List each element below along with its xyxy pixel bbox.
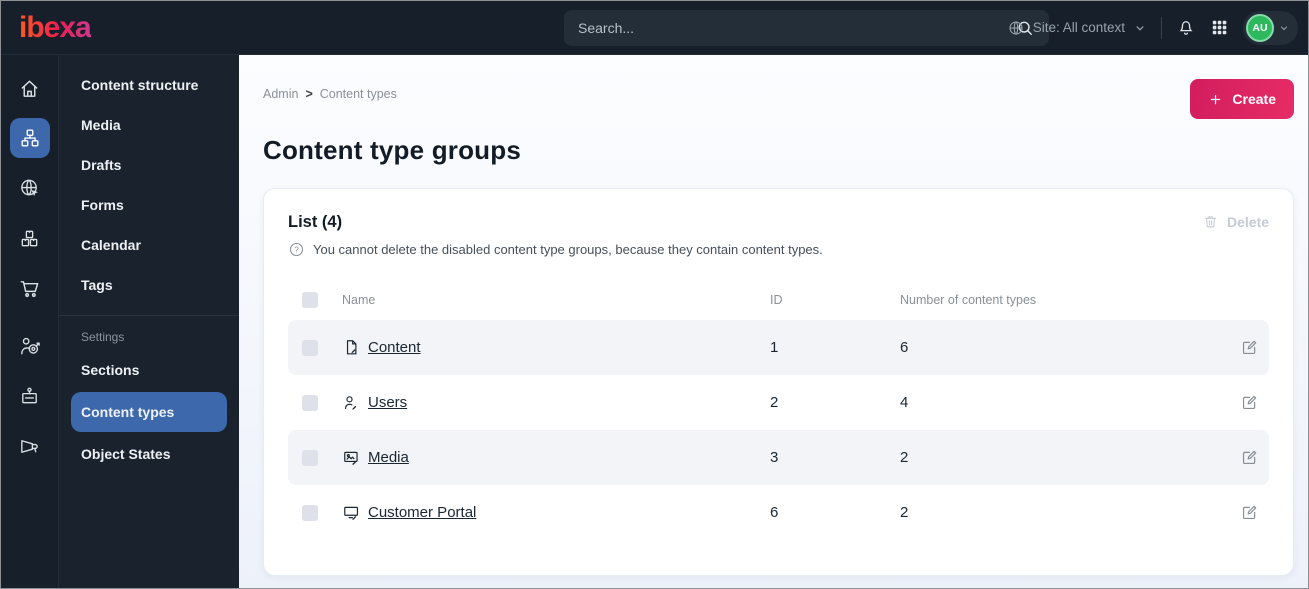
sidebar-item-forms[interactable]: Forms (59, 185, 239, 225)
table-header-row: Name ID Number of content types (288, 280, 1269, 320)
site-globe-icon[interactable] (1, 163, 58, 213)
content-type-groups-card: List (4) Delete ? You cannot delete the … (263, 188, 1294, 576)
row-checkbox[interactable] (302, 504, 318, 521)
search-input[interactable] (578, 20, 1015, 36)
site-context-selector[interactable]: Site: All context (1007, 19, 1147, 37)
edit-icon[interactable] (1219, 393, 1259, 412)
image-icon (342, 448, 368, 467)
group-id: 3 (770, 449, 779, 466)
chevron-down-icon (1133, 21, 1147, 35)
create-button-label: Create (1232, 91, 1276, 107)
ibexa-logo[interactable]: ibexa (19, 11, 92, 45)
column-header-id: ID (770, 293, 783, 307)
group-count: 4 (900, 394, 909, 411)
monitor-icon (342, 503, 368, 522)
breadcrumb-separator: > (305, 87, 313, 101)
sidebar-item-drafts[interactable]: Drafts (59, 145, 239, 185)
group-id: 6 (770, 504, 779, 521)
global-search[interactable] (564, 10, 1049, 46)
group-link[interactable]: Customer Portal (368, 504, 770, 521)
group-count: 6 (900, 339, 909, 356)
table-row: Customer Portal 6 2 (288, 485, 1269, 540)
info-message: ? You cannot delete the disabled content… (288, 241, 1269, 258)
personalization-icon[interactable] (1, 321, 58, 371)
trash-icon (1202, 213, 1219, 230)
column-header-count: Number of content types (900, 293, 1037, 307)
page-title: Content type groups (263, 135, 522, 165)
delete-button-label: Delete (1226, 213, 1269, 230)
content-structure-icon[interactable] (1, 113, 58, 163)
group-link[interactable]: Media (368, 449, 770, 466)
info-message-text: You cannot delete the disabled content t… (313, 242, 823, 257)
plus-icon (1208, 92, 1223, 107)
user-menu[interactable]: AU (1243, 10, 1298, 45)
list-title: List (4) (288, 213, 343, 231)
svg-text:?: ? (294, 245, 299, 254)
app-grid-icon[interactable] (1210, 18, 1229, 37)
user-icon (342, 393, 368, 412)
app-window: ibexa Site: All context (0, 0, 1309, 589)
delete-button[interactable]: Delete (1202, 213, 1269, 230)
home-icon[interactable] (1, 63, 58, 113)
table-row: Users 2 4 (288, 375, 1269, 430)
table-row: Content 1 6 (288, 320, 1269, 375)
group-count: 2 (900, 449, 909, 466)
edit-icon[interactable] (1219, 503, 1259, 522)
topbar-divider (1161, 16, 1162, 39)
chevron-down-icon (1278, 22, 1290, 34)
main-content: Admin > Content types Create Content type … (239, 55, 1308, 588)
edit-icon[interactable] (1219, 448, 1259, 467)
table-row: Media 3 2 (288, 430, 1269, 485)
sidebar-item-content-structure[interactable]: Content structure (59, 65, 239, 105)
sidebar-menu: Content structure Media Drafts Forms Cal… (59, 55, 239, 588)
content-type-groups-table: Name ID Number of content types Content … (288, 280, 1269, 540)
commerce-cart-icon[interactable] (1, 263, 58, 313)
notifications-bell-icon[interactable] (1176, 18, 1196, 38)
icon-rail (1, 55, 59, 588)
breadcrumb-content-types: Content types (319, 87, 397, 101)
campaign-megaphone-icon[interactable] (1, 421, 58, 471)
sidebar-item-tags[interactable]: Tags (59, 265, 239, 305)
topbar-right-cluster: Site: All context AU (1007, 1, 1298, 54)
site-context-label: Site: All context (1032, 20, 1125, 35)
row-checkbox[interactable] (302, 449, 318, 466)
breadcrumb: Admin > Content types (263, 87, 397, 101)
avatar: AU (1246, 13, 1274, 42)
globe-icon (1007, 19, 1025, 37)
sidebar-item-sections[interactable]: Sections (59, 350, 239, 390)
column-header-name: Name (342, 293, 376, 307)
products-icon[interactable] (1, 213, 58, 263)
group-id: 1 (770, 339, 779, 356)
breadcrumb-admin[interactable]: Admin (263, 87, 298, 101)
group-count: 2 (900, 504, 909, 521)
sidebar-settings-label: Settings (81, 330, 125, 344)
active-rail-tile (9, 118, 50, 158)
row-checkbox[interactable] (302, 394, 318, 411)
admin-badge-icon[interactable] (1, 371, 58, 421)
edit-icon[interactable] (1219, 338, 1259, 357)
sidebar-item-object-states[interactable]: Object States (59, 434, 239, 474)
group-link[interactable]: Content (368, 339, 770, 356)
group-link[interactable]: Users (368, 394, 770, 411)
group-id: 2 (770, 394, 779, 411)
sidebar-item-content-types[interactable]: Content types (71, 392, 227, 432)
sidebar-item-media[interactable]: Media (59, 105, 239, 145)
sidebar-divider (59, 315, 239, 316)
row-checkbox[interactable] (302, 339, 318, 356)
help-circle-icon: ? (288, 241, 305, 258)
create-button[interactable]: Create (1190, 79, 1294, 119)
file-icon (342, 338, 368, 357)
select-all-checkbox[interactable] (302, 292, 318, 308)
topbar: ibexa Site: All context (1, 1, 1308, 55)
sidebar-item-calendar[interactable]: Calendar (59, 225, 239, 265)
